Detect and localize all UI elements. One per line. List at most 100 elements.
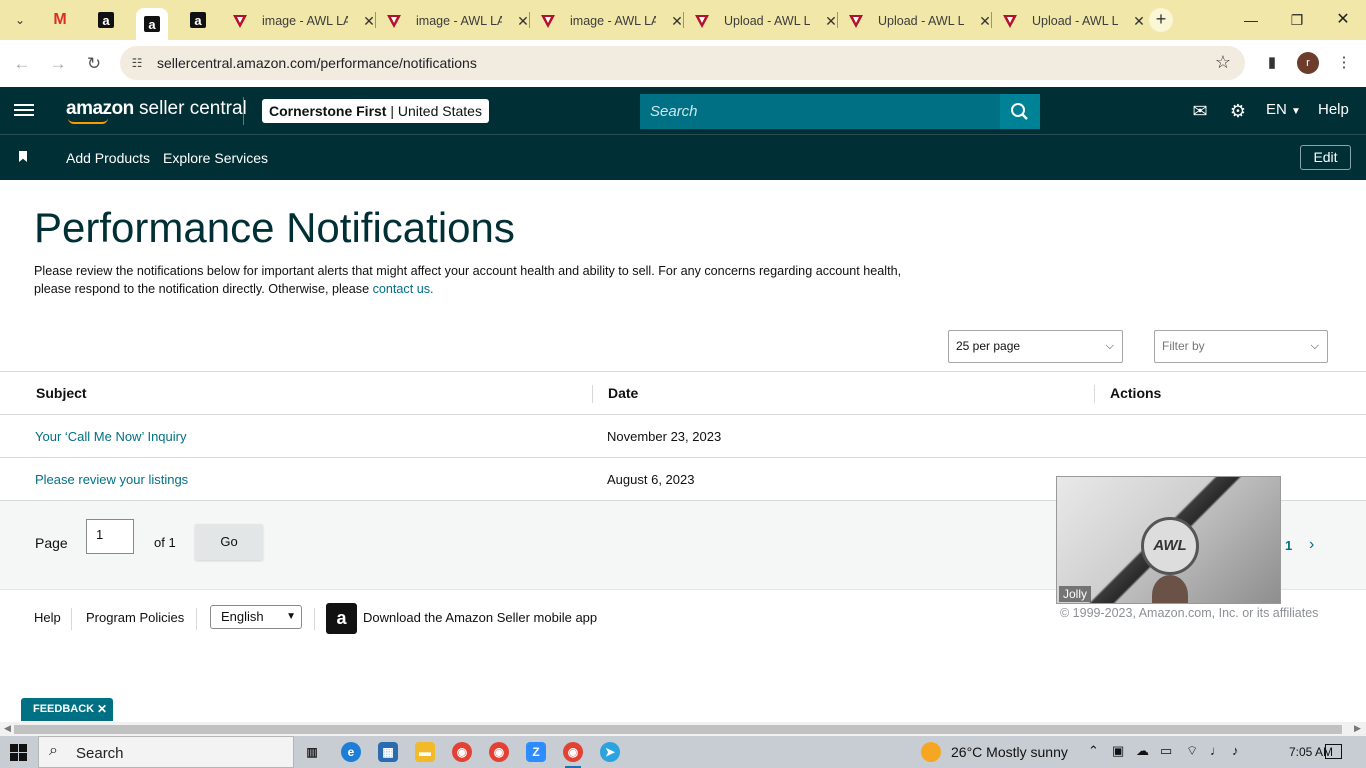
reload-icon[interactable]: ↻ [82,52,106,76]
side-panel-icon[interactable]: ▮ [1261,52,1283,74]
messages-icon[interactable]: ✉ [1189,100,1211,122]
onedrive-icon[interactable]: ☁ [1136,743,1149,759]
filter-select[interactable]: Filter by ⌵ [1154,330,1328,363]
column-divider [1094,385,1095,403]
help-link[interactable]: Help [1318,101,1349,118]
browser-tab[interactable]: image - AWL LA ✕ [232,8,376,34]
chrome-active-icon[interactable]: ◉ [563,742,583,768]
tab-close-icon[interactable]: ✕ [670,13,684,30]
notification-subject-link[interactable]: Please review your listings [35,472,188,487]
pagination-page-1[interactable]: 1 [1285,538,1292,553]
browser-tab[interactable]: image - AWL LA ✕ [386,8,530,34]
per-page-value: 25 per page [956,339,1021,353]
feedback-button[interactable]: FEEDBACK ✕ [21,698,113,721]
notification-subject-link[interactable]: Your ‘Call Me Now’ Inquiry [35,429,187,444]
footer-help-link[interactable]: Help [34,610,61,625]
microphone-icon[interactable]: ♩ [1210,743,1223,758]
chrome-icon[interactable]: ◉ [452,742,472,762]
new-tab-button[interactable]: + [1149,8,1173,32]
browser-tab[interactable]: Upload - AWL L ✕ [694,8,838,34]
amazon-seller-app-icon[interactable]: a [326,603,357,634]
video-call-overlay[interactable]: AWL Jolly [1056,476,1281,604]
tab-close-icon[interactable]: ✕ [824,13,838,30]
browser-tab[interactable]: Upload - AWL L ✕ [848,8,992,34]
show-hidden-icons-icon[interactable]: ⌃ [1088,743,1099,759]
site-info-icon[interactable]: ☷ [128,54,146,72]
search-input[interactable]: Search [640,94,1000,129]
close-window-icon[interactable]: ✕ [1328,9,1358,31]
restore-icon[interactable]: ❐ [1282,9,1312,31]
pinned-tab-amazon[interactable]: a [92,8,120,32]
scrollbar-thumb[interactable] [14,725,1342,734]
forward-icon[interactable]: → [46,52,70,76]
zoom-icon[interactable]: Z [526,742,546,762]
chevron-right-icon[interactable]: › [1309,536,1314,554]
pinned-tab-amazon-active[interactable]: a [136,8,168,40]
bookmark-icon[interactable] [19,151,27,162]
footer-program-policies-link[interactable]: Program Policies [86,610,184,625]
tab-search-dropdown-icon[interactable]: ⌄ [8,9,32,31]
browser-tab[interactable]: Upload - AWL L ✕ [1002,8,1146,34]
pinned-tab-amazon[interactable]: a [184,8,212,32]
column-header-date[interactable]: Date [608,385,638,401]
tab-title: Upload - AWL L [1032,14,1118,28]
gmail-icon: M [53,11,67,28]
battery-icon[interactable]: ▭ [1160,743,1172,759]
pinned-tab-gmail[interactable]: M [46,8,74,32]
nav-add-products[interactable]: Add Products [66,150,150,166]
telegram-icon[interactable]: ➤ [600,742,620,762]
browser-menu-icon[interactable]: ⋮ [1333,52,1355,74]
windows-start-icon[interactable] [10,744,27,761]
amazon-seller-central-logo[interactable]: amazon seller central [66,98,247,124]
taskbar-search-box[interactable]: ⌕ Search [38,736,294,768]
per-page-select[interactable]: 25 per page ⌵ [948,330,1123,363]
page-number-input[interactable]: 1 [86,519,134,554]
wifi-icon[interactable]: ⌔ [1186,743,1198,759]
tab-close-icon[interactable]: ✕ [1132,13,1146,30]
task-view-icon[interactable]: ▥ [302,742,322,762]
nav-explore-services[interactable]: Explore Services [163,150,268,166]
awl-favicon-icon [387,15,401,28]
bookmark-star-icon[interactable]: ☆ [1215,52,1231,73]
tab-close-icon[interactable]: ✕ [978,13,992,30]
notification-date: August 6, 2023 [607,472,695,487]
close-icon[interactable]: ✕ [97,698,107,721]
download-app-link[interactable]: Download the Amazon Seller mobile app [363,610,597,625]
file-explorer-icon[interactable]: ▬ [415,742,435,762]
weather-widget[interactable]: 26°C Mostly sunny [951,744,1068,760]
logo-amazon-text: amazon [66,98,134,119]
column-divider [592,385,593,403]
profile-avatar[interactable]: r [1297,52,1319,74]
column-header-subject[interactable]: Subject [36,385,87,401]
contact-us-link[interactable]: contact us. [373,282,434,296]
edit-button[interactable]: Edit [1300,145,1351,170]
meet-now-icon[interactable]: ▣ [1112,743,1124,759]
search-button[interactable] [1000,94,1040,129]
tab-close-icon[interactable]: ✕ [362,13,376,30]
horizontal-scrollbar[interactable]: ◀ ▶ [0,722,1366,736]
chrome-profile-icon[interactable]: ◉ [489,742,509,762]
footer: Help Program Policies English ▼ a Downlo… [0,600,1366,640]
footer-language-select[interactable]: English ▼ [210,605,302,629]
notification-center-icon[interactable] [1325,744,1342,759]
go-button[interactable]: Go [195,524,263,560]
address-bar[interactable]: ☷ sellercentral.amazon.com/performance/n… [120,46,1245,80]
browser-tab[interactable]: image - AWL LA ✕ [540,8,684,34]
volume-icon[interactable]: ♪ [1232,743,1239,758]
back-icon[interactable]: ← [10,52,34,76]
language-selector[interactable]: EN ▼ [1266,101,1301,118]
settings-gear-icon[interactable]: ⚙ [1227,100,1249,122]
tab-close-icon[interactable]: ✕ [516,13,530,30]
minimize-icon[interactable]: — [1236,9,1266,31]
tab-title: Upload - AWL L [878,14,964,28]
hamburger-menu-icon[interactable] [14,101,34,121]
page-total: of 1 [154,535,176,550]
store-icon[interactable]: ▦ [378,742,398,762]
copyright-text: © 1999-2023, Amazon.com, Inc. or its aff… [1060,606,1319,620]
scroll-right-icon[interactable]: ▶ [1354,723,1361,734]
edge-icon[interactable]: e [341,742,361,762]
weather-sunny-icon[interactable] [921,742,941,762]
store-switcher[interactable]: Cornerstone First | United States [262,99,489,123]
url-text[interactable]: sellercentral.amazon.com/performance/not… [157,55,477,71]
scroll-left-icon[interactable]: ◀ [4,723,11,734]
